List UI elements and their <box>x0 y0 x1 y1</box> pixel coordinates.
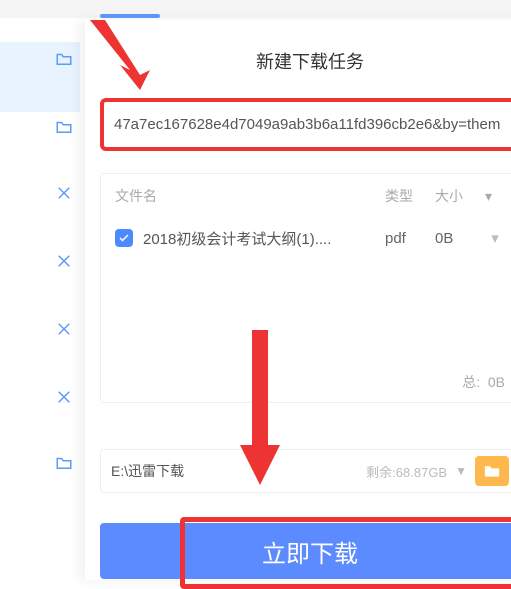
file-size: 0B <box>435 230 485 247</box>
file-checkbox[interactable] <box>115 229 133 247</box>
file-type: pdf <box>385 230 435 247</box>
download-path-row: E:\迅雷下载 剩余:68.87GB ▼ <box>100 449 511 493</box>
background-sidebar <box>0 0 80 572</box>
disk-remaining: 剩余:68.87GB <box>366 462 447 481</box>
total-size: 总: 0B <box>462 372 505 392</box>
folder-icon <box>55 50 73 68</box>
folder-icon <box>55 118 73 136</box>
dialog-title: 新建下载任务 <box>100 20 511 98</box>
annotation-highlight <box>180 517 511 589</box>
close-icon <box>55 388 73 406</box>
col-name: 文件名 <box>115 186 385 206</box>
download-url-input[interactable]: 47a7ec167628e4d7049a9ab3b6a11fd396cb2e6&… <box>100 98 511 151</box>
chevron-down-icon[interactable]: ▼ <box>447 464 475 478</box>
close-icon <box>55 184 73 202</box>
col-size: 大小 <box>435 186 485 206</box>
file-row[interactable]: 2018初级会计考试大纲(1).... pdf 0B ▾ <box>115 218 505 258</box>
file-list-panel: 文件名 类型 大小 ▾ 2018初级会计考试大纲(1).... pdf 0B ▾… <box>100 173 511 403</box>
folder-icon <box>55 454 73 472</box>
col-type: 类型 <box>385 186 435 206</box>
file-name: 2018初级会计考试大纲(1).... <box>143 228 385 249</box>
chevron-down-icon[interactable]: ▾ <box>485 229 505 247</box>
close-icon <box>55 252 73 270</box>
browse-folder-button[interactable] <box>475 456 509 486</box>
close-icon <box>55 320 73 338</box>
download-path-input[interactable]: E:\迅雷下载 <box>111 461 366 481</box>
new-download-dialog: 新建下载任务 47a7ec167628e4d7049a9ab3b6a11fd39… <box>85 20 511 580</box>
download-button[interactable]: 立即下载 <box>100 523 511 579</box>
file-list-header: 文件名 类型 大小 ▾ <box>115 174 505 218</box>
chevron-down-icon[interactable]: ▾ <box>485 188 505 205</box>
